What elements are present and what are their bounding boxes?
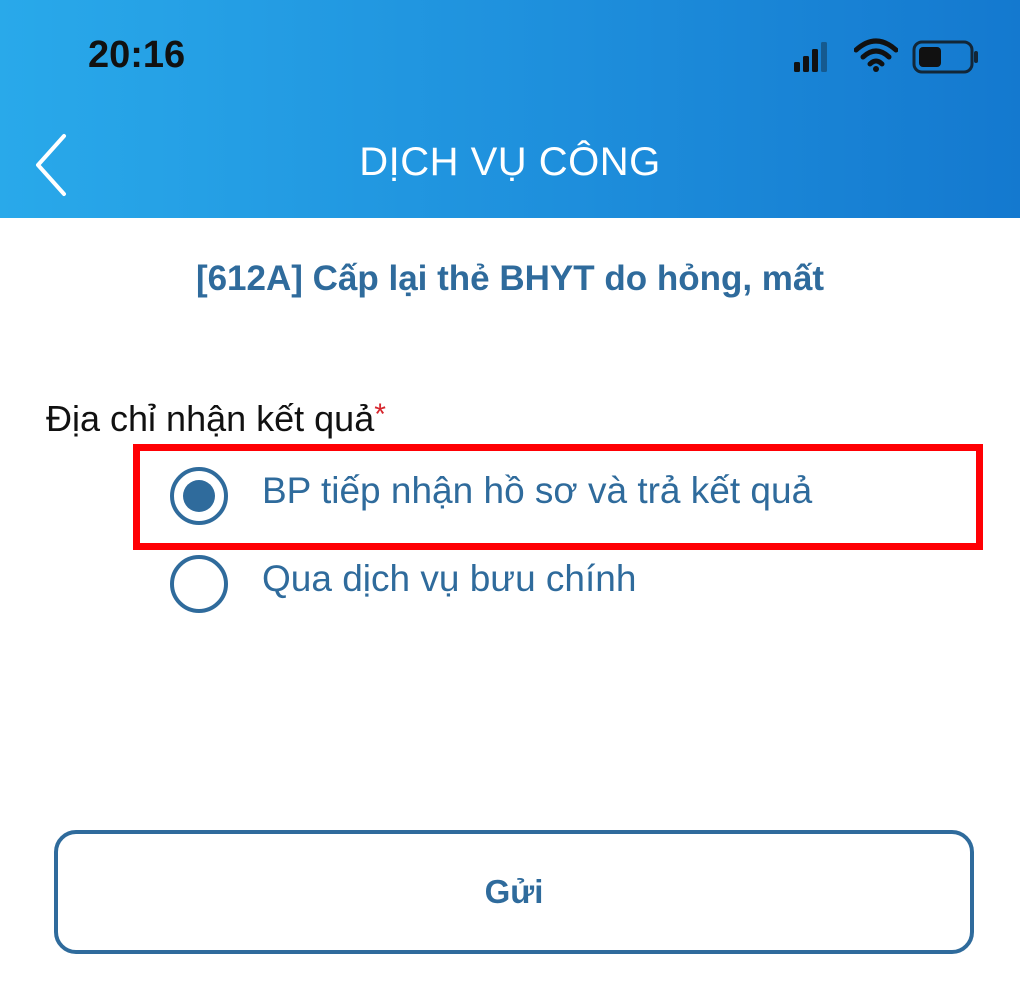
field-label: Địa chỉ nhận kết quả*	[46, 398, 386, 440]
radio-option-postal-service[interactable]: Qua dịch vụ bưu chính	[170, 552, 930, 622]
battery-icon	[912, 40, 978, 74]
page-title: DỊCH VỤ CÔNG	[359, 140, 661, 184]
service-title: [612A] Cấp lại thẻ BHYT do hỏng, mất	[195, 259, 825, 298]
submit-button-label: Gửi	[484, 873, 544, 910]
radio-button[interactable]	[170, 555, 228, 613]
submit-button[interactable]: Gửi	[54, 830, 974, 954]
radio-option-label: Qua dịch vụ bưu chính	[262, 558, 637, 599]
app-header: 20:16 DỊCH VỤ CÔNG	[0, 0, 1020, 218]
signal-icon	[794, 42, 827, 72]
radio-button[interactable]	[170, 467, 228, 525]
required-marker: *	[374, 398, 386, 431]
field-label-text: Địa chỉ nhận kết quả	[46, 398, 375, 439]
radio-option-counter-pickup[interactable]: BP tiếp nhận hồ sơ và trả kết quả	[170, 464, 930, 534]
radio-option-label: BP tiếp nhận hồ sơ và trả kết quả	[262, 470, 813, 511]
status-time: 20:16	[88, 34, 186, 76]
radio-selected-dot	[183, 480, 215, 512]
wifi-icon	[854, 38, 898, 72]
